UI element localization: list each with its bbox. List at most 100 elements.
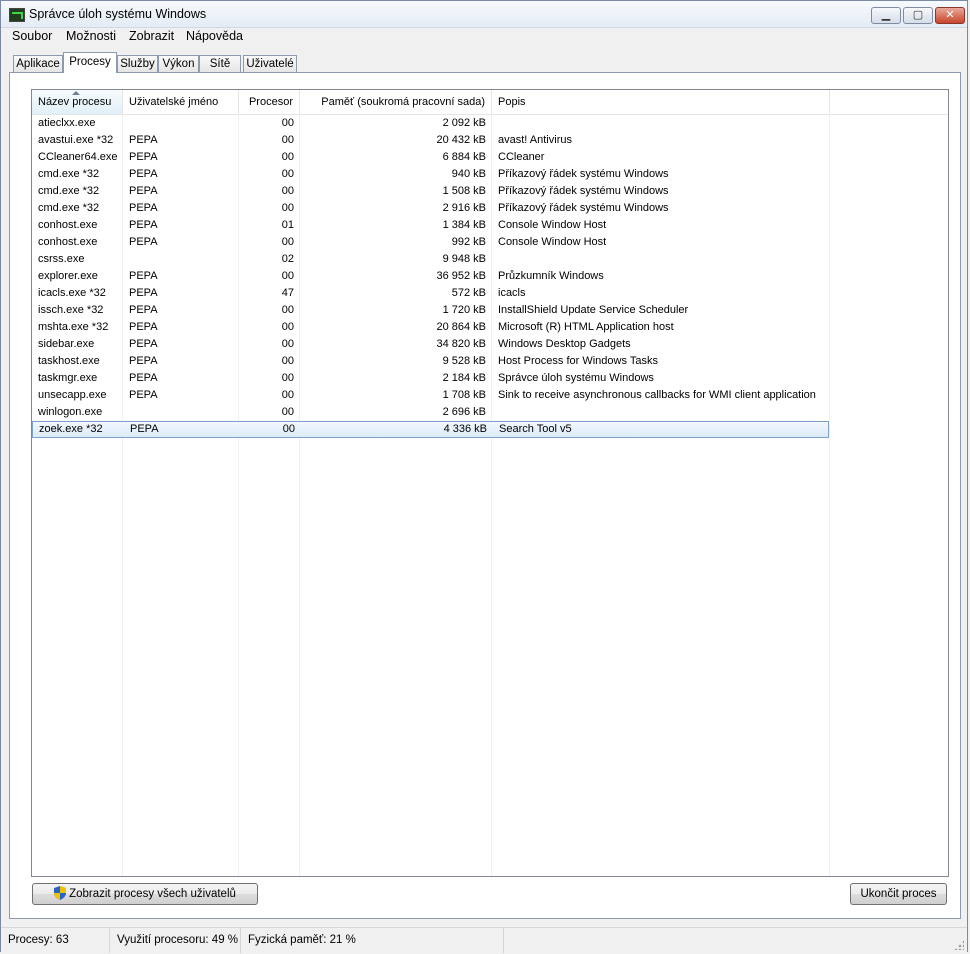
cell-cpu: 00 bbox=[281, 338, 294, 350]
column-header-user[interactable]: Uživatelské jméno bbox=[123, 90, 239, 114]
cell-description bbox=[492, 404, 830, 421]
menu-moznosti[interactable]: Možnosti bbox=[66, 29, 116, 43]
sort-ascending-icon bbox=[72, 91, 80, 95]
table-row[interactable]: zoek.exe *32 PEPA 00 4 336 kB Search Tool v5 bbox=[32, 421, 829, 438]
menu-zobrazit[interactable]: Zobrazit bbox=[129, 29, 174, 43]
cell-memory: 1 708 kB bbox=[442, 389, 486, 401]
cell-process-name: cmd.exe *32 bbox=[38, 185, 100, 197]
cell-cpu: 00 bbox=[281, 270, 294, 282]
resize-grip[interactable] bbox=[954, 940, 964, 950]
menu-napoveda[interactable]: Nápověda bbox=[186, 29, 243, 43]
column-header-memory[interactable]: Paměť (soukromá pracovní sada) bbox=[300, 90, 492, 114]
table-row[interactable]: winlogon.exe 00 2 696 kB bbox=[32, 404, 829, 421]
cell-process-name: winlogon.exe bbox=[38, 406, 103, 418]
uac-shield-icon bbox=[54, 885, 67, 900]
cell-process-name: explorer.exe bbox=[38, 270, 98, 282]
cell-process-name: taskmgr.exe bbox=[38, 372, 98, 384]
task-manager-window: Správce úloh systému Windows ▁ ▢ ✕ Soubo… bbox=[0, 0, 968, 953]
menu-soubor[interactable]: Soubor bbox=[12, 29, 52, 43]
cell-user-name: PEPA bbox=[129, 236, 158, 248]
cell-description: Search Tool v5 bbox=[499, 423, 572, 435]
cell-process-name: CCleaner64.exe bbox=[38, 151, 118, 163]
tab-sluzby[interactable]: Služby bbox=[117, 55, 158, 73]
cell-cpu: 02 bbox=[281, 253, 294, 265]
tab-uzivatele[interactable]: Uživatelé bbox=[243, 55, 297, 73]
maximize-button[interactable]: ▢ bbox=[903, 7, 933, 24]
table-row[interactable]: CCleaner64.exe PEPA 00 6 884 kB CCleaner bbox=[32, 149, 829, 166]
cell-description: Správce úloh systému Windows bbox=[498, 372, 654, 384]
cell-cpu: 00 bbox=[281, 236, 294, 248]
cell-cpu: 00 bbox=[281, 202, 294, 214]
minimize-button[interactable]: ▁ bbox=[871, 7, 901, 24]
tab-procesy[interactable]: Procesy bbox=[63, 52, 117, 73]
end-process-button[interactable]: Ukončit proces bbox=[850, 883, 947, 905]
processes-panel: Název procesu Uživatelské jméno Procesor… bbox=[9, 72, 961, 919]
cell-cpu: 47 bbox=[281, 287, 294, 299]
cell-memory: 1 720 kB bbox=[442, 304, 486, 316]
cell-user-name: PEPA bbox=[129, 151, 158, 163]
table-row[interactable]: unsecapp.exe PEPA 00 1 708 kB Sink to receiv… bbox=[32, 387, 829, 404]
cell-cpu: 00 bbox=[281, 134, 294, 146]
table-row[interactable]: icacls.exe *32 PEPA 47 572 kB icacls bbox=[32, 285, 829, 302]
cell-user-name: PEPA bbox=[129, 168, 158, 180]
table-row[interactable]: taskhost.exe PEPA 00 9 528 kB Host Process f… bbox=[32, 353, 829, 370]
table-row[interactable]: avastui.exe *32 PEPA 00 20 432 kB avast! Ant… bbox=[32, 132, 829, 149]
cell-description: Host Process for Windows Tasks bbox=[498, 355, 658, 367]
table-row[interactable]: conhost.exe PEPA 00 992 kB Console Window Ho… bbox=[32, 234, 829, 251]
cell-cpu: 00 bbox=[281, 389, 294, 401]
column-header-cpu[interactable]: Procesor bbox=[239, 90, 300, 114]
cell-description: CCleaner bbox=[498, 151, 545, 163]
cell-process-name: cmd.exe *32 bbox=[38, 202, 100, 214]
cell-memory: 20 864 kB bbox=[436, 321, 486, 333]
table-row[interactable]: csrss.exe 02 9 948 kB bbox=[32, 251, 829, 268]
table-row[interactable]: issch.exe *32 PEPA 00 1 720 kB InstallShield… bbox=[32, 302, 829, 319]
cell-process-name: conhost.exe bbox=[38, 219, 98, 231]
cell-description: Průzkumník Windows bbox=[498, 270, 604, 282]
title-bar[interactable]: Správce úloh systému Windows ▁ ▢ ✕ bbox=[1, 1, 967, 28]
cell-memory: 2 696 kB bbox=[442, 406, 486, 418]
table-row[interactable]: explorer.exe PEPA 00 36 952 kB Průzkumník Wi… bbox=[32, 268, 829, 285]
tab-aplikace[interactable]: Aplikace bbox=[13, 55, 63, 73]
cell-cpu: 00 bbox=[281, 168, 294, 180]
cell-user-name: PEPA bbox=[129, 185, 158, 197]
column-header-description[interactable]: Popis bbox=[492, 90, 830, 114]
table-row[interactable]: atieclxx.exe 00 2 092 kB bbox=[32, 115, 829, 132]
cell-cpu: 00 bbox=[281, 321, 294, 333]
cell-cpu: 00 bbox=[281, 355, 294, 367]
table-row[interactable]: cmd.exe *32 PEPA 00 2 916 kB Příkazový řádek… bbox=[32, 200, 829, 217]
cell-memory: 34 820 kB bbox=[436, 338, 486, 350]
cell-process-name: cmd.exe *32 bbox=[38, 168, 100, 180]
task-manager-icon bbox=[9, 8, 25, 22]
cell-cpu: 01 bbox=[281, 219, 294, 231]
cell-user-name bbox=[123, 251, 239, 268]
table-row[interactable]: cmd.exe *32 PEPA 00 1 508 kB Příkazový řádek… bbox=[32, 183, 829, 200]
cell-memory: 2 092 kB bbox=[442, 117, 486, 129]
cell-process-name: conhost.exe bbox=[38, 236, 98, 248]
cell-process-name: icacls.exe *32 bbox=[38, 287, 106, 299]
cell-memory: 4 336 kB bbox=[443, 423, 487, 435]
table-row[interactable]: mshta.exe *32 PEPA 00 20 864 kB Microsoft (R… bbox=[32, 319, 829, 336]
cell-user-name bbox=[123, 404, 239, 421]
cell-user-name: PEPA bbox=[129, 134, 158, 146]
column-header-name[interactable]: Název procesu bbox=[32, 90, 123, 114]
table-row[interactable]: cmd.exe *32 PEPA 00 940 kB Příkazový řádek s… bbox=[32, 166, 829, 183]
table-row[interactable]: sidebar.exe PEPA 00 34 820 kB Windows Deskto… bbox=[32, 336, 829, 353]
tab-vykon[interactable]: Výkon bbox=[158, 55, 199, 73]
table-row[interactable]: taskmgr.exe PEPA 00 2 184 kB Správce úloh sy… bbox=[32, 370, 829, 387]
cell-description: Windows Desktop Gadgets bbox=[498, 338, 631, 350]
cell-user-name: PEPA bbox=[129, 304, 158, 316]
show-all-processes-button[interactable]: Zobrazit procesy všech uživatelů bbox=[32, 883, 258, 905]
table-row[interactable]: conhost.exe PEPA 01 1 384 kB Console Window … bbox=[32, 217, 829, 234]
cell-user-name: PEPA bbox=[129, 219, 158, 231]
cell-process-name: avastui.exe *32 bbox=[38, 134, 114, 146]
cell-description: Console Window Host bbox=[498, 219, 607, 231]
cell-process-name: csrss.exe bbox=[38, 253, 85, 265]
process-list[interactable]: Název procesu Uživatelské jméno Procesor… bbox=[31, 89, 949, 877]
cell-memory: 2 184 kB bbox=[442, 372, 486, 384]
status-process-count: Procesy: 63 bbox=[1, 928, 110, 953]
cell-cpu: 00 bbox=[281, 151, 294, 163]
close-button[interactable]: ✕ bbox=[935, 7, 965, 24]
cell-memory: 20 432 kB bbox=[436, 134, 486, 146]
tab-site[interactable]: Sítě bbox=[199, 55, 241, 73]
status-physical-memory: Fyzická paměť: 21 % bbox=[241, 928, 504, 953]
